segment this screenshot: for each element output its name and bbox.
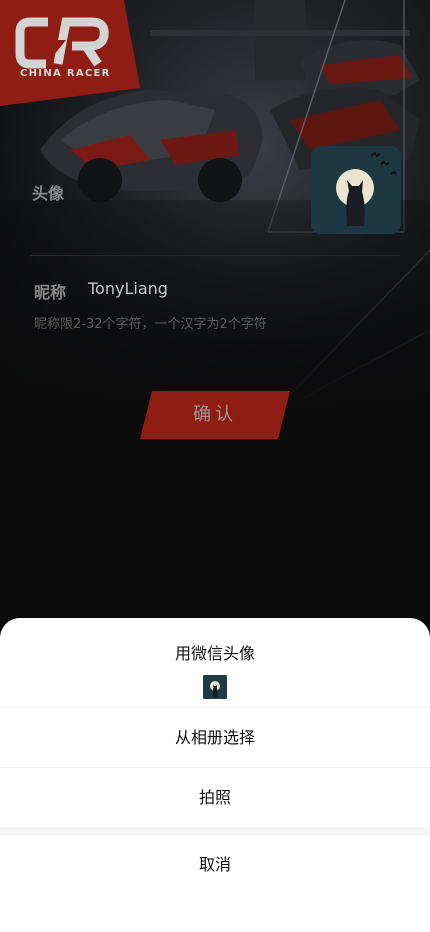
logo-wordmark: CHINA RACER: [20, 68, 111, 79]
avatar-action-sheet: 用微信头像 从相册选择 拍照 取消: [0, 618, 430, 932]
cat-moon-thumbnail-icon: [203, 675, 227, 699]
wechat-avatar-thumbnail: [203, 675, 227, 699]
nickname-input[interactable]: TonyLiang: [88, 279, 168, 298]
cancel-option[interactable]: 取消: [0, 835, 430, 895]
profile-edit-screen: CHINA RACER 头像 昵称 TonyLiang 昵称限2-32个字符，一…: [0, 0, 430, 932]
choose-from-album-option[interactable]: 从相册选择: [0, 708, 430, 767]
take-photo-option[interactable]: 拍照: [0, 768, 430, 827]
confirm-button[interactable]: 确认: [140, 391, 290, 439]
nickname-hint: 昵称限2-32个字符，一个汉字为2个字符: [34, 317, 267, 332]
confirm-button-label: 确认: [193, 404, 237, 425]
china-racer-logo: CHINA RACER: [0, 0, 140, 106]
avatar-label: 头像: [32, 184, 65, 203]
cat-moon-avatar-icon: [311, 146, 401, 234]
form-divider: [30, 255, 400, 256]
use-wechat-avatar-label: 用微信头像: [174, 644, 255, 663]
nickname-label: 昵称: [34, 283, 67, 302]
use-wechat-avatar-option[interactable]: 用微信头像: [0, 618, 430, 707]
sheet-gap: [0, 827, 430, 835]
logo-badge-icon: [0, 0, 140, 106]
avatar-image[interactable]: [311, 146, 401, 234]
